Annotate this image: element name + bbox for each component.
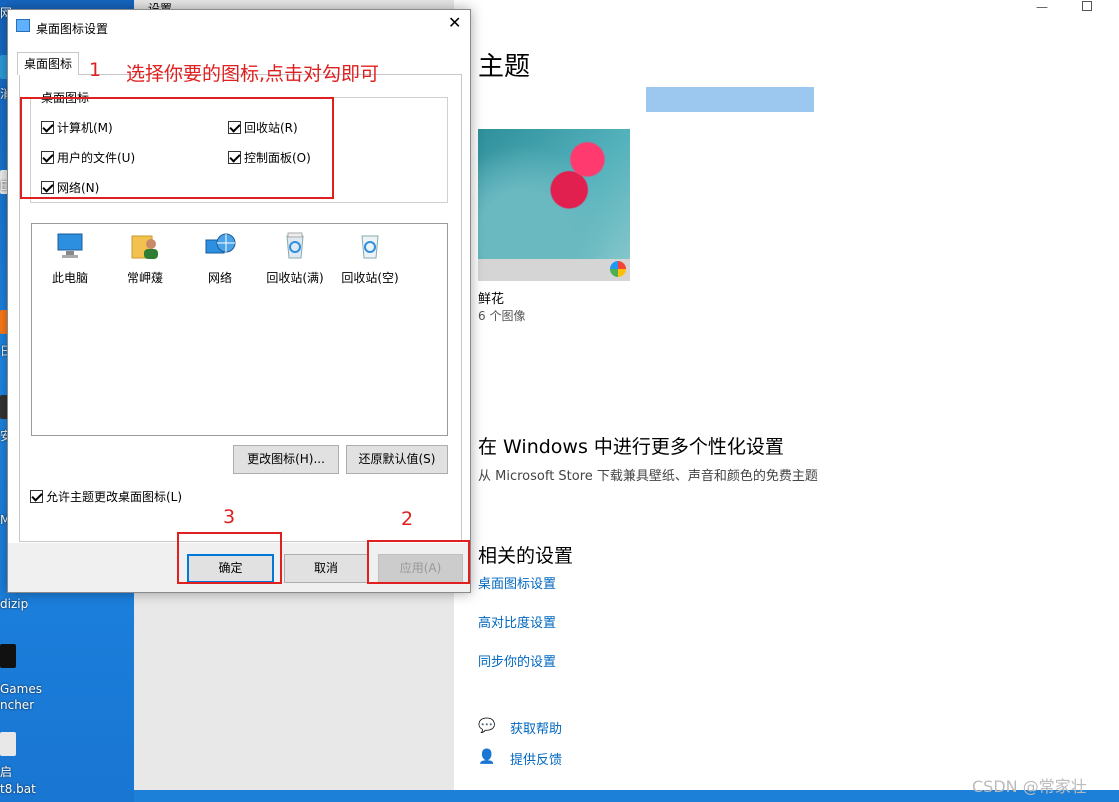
related-settings-heading: 相关的设置 — [478, 545, 574, 567]
icon-user-folder[interactable]: 常岬蕿 — [110, 232, 180, 286]
icon-label: 此电脑 — [51, 271, 88, 285]
restore-default-button[interactable]: 还原默认值(S) — [346, 445, 448, 474]
maximize-button[interactable] — [1082, 1, 1092, 11]
epic-games-icon[interactable] — [0, 644, 16, 668]
network-globe-icon — [205, 233, 236, 254]
cancel-button[interactable]: 取消 — [284, 554, 368, 583]
recycle-bin-empty-icon — [361, 235, 379, 259]
settings-content — [454, 0, 1119, 790]
annotation-step-3: 3 — [223, 506, 236, 528]
bat-file-icon[interactable] — [0, 732, 16, 756]
checkbox-label: 允许主题更改桌面图标(L) — [46, 490, 183, 504]
icon-preview-list[interactable]: 此电脑 常岬蕿 网络 回收站(满) 回收站(空) — [31, 223, 448, 436]
desktop-item[interactable]: t8.bat — [0, 781, 36, 797]
high-contrast-settings-link[interactable]: 高对比度设置 — [478, 612, 556, 631]
annotation-box-ok — [177, 532, 282, 584]
more-personalization-heading: 在 Windows 中进行更多个性化设置 — [478, 436, 784, 458]
checkbox-checked-icon[interactable] — [30, 490, 43, 503]
annotation-box-apply — [367, 540, 470, 584]
dialog-app-icon — [16, 19, 30, 32]
icon-label: 回收站(空) — [341, 271, 399, 285]
user-folder-icon — [131, 235, 158, 259]
change-icon-button[interactable]: 更改图标(H)... — [233, 445, 339, 474]
desktop-item[interactable]: dizip — [0, 596, 28, 612]
page-title: 主题 — [478, 52, 531, 82]
close-icon[interactable]: ✕ — [448, 15, 461, 31]
icon-recycle-full[interactable]: 回收站(满) — [260, 232, 330, 286]
theme-thumbnail-bar — [478, 259, 630, 281]
icon-recycle-empty[interactable]: 回收站(空) — [335, 232, 405, 286]
checkbox-allow-theme-icons[interactable]: 允许主题更改桌面图标(L) — [30, 488, 182, 505]
selection-highlight — [646, 87, 814, 112]
more-personalization-desc: 从 Microsoft Store 下载兼具壁纸、声音和颜色的免费主题 — [478, 469, 818, 484]
annotation-step-1: 1 — [89, 59, 102, 81]
watermark: CSDN @常家壮 — [972, 777, 1087, 796]
desktop-item[interactable]: ncher — [0, 697, 34, 713]
icon-label: 常岬蕿 — [126, 271, 163, 285]
color-wheel-icon — [610, 261, 626, 277]
recycle-bin-full-icon — [286, 232, 304, 259]
desktop-item[interactable]: 启 — [0, 764, 12, 780]
annotation-step-2: 2 — [401, 508, 414, 530]
monitor-icon — [57, 233, 83, 258]
help-icon: 💬 — [478, 718, 496, 734]
annotation-box-checkboxes — [20, 97, 334, 199]
feedback-link[interactable]: 提供反馈 — [510, 749, 562, 768]
annotation-step-1-text: 选择你要的图标,点击对勾即可 — [126, 63, 380, 85]
get-help-link[interactable]: 获取帮助 — [510, 718, 562, 737]
desktop-icon-settings-link[interactable]: 桌面图标设置 — [478, 573, 556, 592]
dialog-title: 桌面图标设置 — [36, 22, 109, 36]
icon-network[interactable]: 网络 — [185, 232, 255, 286]
desktop-item[interactable]: Games — [0, 681, 42, 697]
feedback-icon: 👤 — [478, 749, 496, 765]
theme-image-count: 6 个图像 — [478, 309, 526, 323]
sync-settings-link[interactable]: 同步你的设置 — [478, 651, 556, 670]
theme-name: 鲜花 — [478, 292, 505, 307]
icon-this-pc[interactable]: 此电脑 — [35, 232, 105, 286]
minimize-button[interactable]: — — [1036, 0, 1048, 14]
icon-label: 回收站(满) — [266, 271, 324, 285]
icon-label: 网络 — [207, 271, 232, 285]
tab-desktop-icons[interactable]: 桌面图标 — [17, 52, 79, 75]
